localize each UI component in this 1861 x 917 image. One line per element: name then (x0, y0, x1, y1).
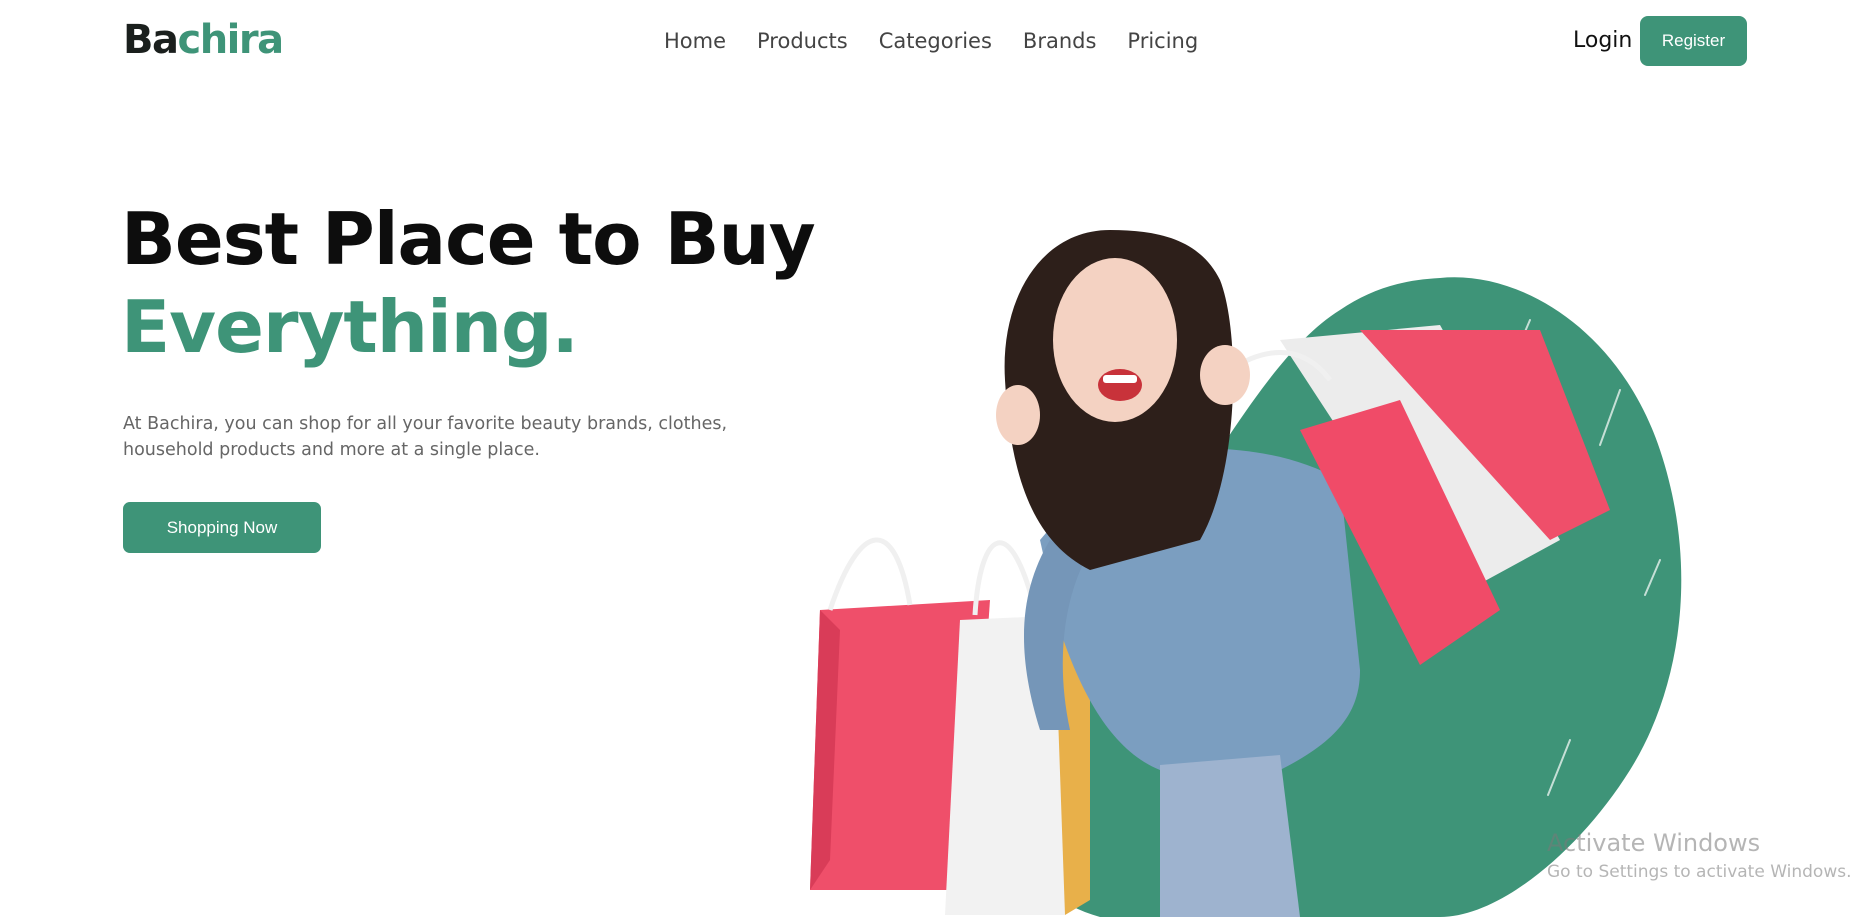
hero-title-line1: Best Place to Buy (121, 197, 816, 281)
nav-pricing[interactable]: Pricing (1127, 26, 1198, 56)
login-link[interactable]: Login (1573, 26, 1632, 56)
shopping-now-button[interactable]: Shopping Now (123, 502, 321, 553)
main-nav: Home Products Categories Brands Pricing (664, 26, 1198, 56)
woman-with-shopping-bags-image (810, 230, 1682, 917)
nav-home[interactable]: Home (664, 26, 726, 56)
hero-title-line2: Everything. (121, 285, 579, 369)
watermark-subtitle: Go to Settings to activate Windows. (1547, 862, 1852, 882)
nav-categories[interactable]: Categories (879, 26, 992, 56)
nav-brands[interactable]: Brands (1023, 26, 1097, 56)
activate-windows-watermark: Activate Windows Go to Settings to activ… (1547, 828, 1852, 884)
nav-products[interactable]: Products (757, 26, 848, 56)
hero-description: At Bachira, you can shop for all your fa… (123, 414, 728, 460)
register-button[interactable]: Register (1640, 16, 1747, 66)
logo-text-part2: chira (177, 17, 284, 63)
woman-jeans (1160, 755, 1300, 917)
watermark-title: Activate Windows (1547, 829, 1761, 857)
brand-logo[interactable]: Bachira (123, 14, 284, 66)
logo-text-part1: Ba (123, 17, 179, 63)
